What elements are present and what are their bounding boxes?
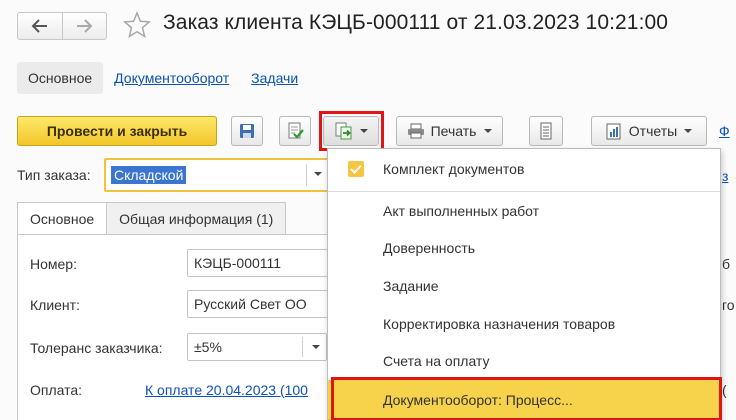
tab-general-info[interactable]: Общая информация (1) [106,202,287,235]
post-icon [288,122,304,139]
forward-button[interactable] [61,13,107,39]
order-type-combobox[interactable]: Складской [104,158,330,192]
favorite-button[interactable] [122,11,152,42]
check-icon [350,164,362,174]
menu-item-label: Комплект документов [383,161,525,177]
edge-fragment-2: б [722,256,731,272]
section-nav: Основное Документооборот Задачи [17,62,309,94]
post-and-close-button[interactable]: Провести и закрыть [17,116,217,146]
menu-item-label: Акт выполненных работ [383,203,540,219]
menu-item-label: Доверенность [383,240,476,256]
printer-icon [407,123,424,139]
menu-item-label: Задание [383,278,439,294]
create-based-on-icon [335,122,351,140]
tolerance-label: Толеранс заказчика: [30,340,163,356]
edge-fragment-3: го [722,297,735,313]
arrow-right-icon [77,19,93,33]
tab-main[interactable]: Основное [17,202,108,235]
list-icon [540,122,552,140]
create-based-on-menu: Комплект документов Акт выполненных рабо… [327,148,721,420]
post-button[interactable] [279,116,311,146]
order-type-value: Складской [111,166,187,184]
menu-item-label: Документооборот: Процесс... [383,392,573,408]
section-main[interactable]: Основное [17,62,104,94]
payment-link[interactable]: К оплате 20.04.2023 (100 [145,382,330,398]
menu-item-work-act[interactable]: Акт выполненных работ [328,193,720,229]
chevron-down-icon [684,129,693,133]
menu-item-goods-reassignment[interactable]: Корректировка назначения товаров [328,306,720,342]
structure-button[interactable] [529,116,563,146]
menu-item-label: Корректировка назначения товаров [383,316,616,332]
form-tabs: Основное Общая информация (1) [17,202,287,235]
chevron-down-icon [484,129,493,133]
menu-separator [328,191,720,192]
checkbox [348,161,364,177]
star-icon [122,11,152,38]
client-label: Клиент: [30,297,80,313]
tolerance-combobox[interactable]: ±5% [187,333,327,361]
print-button[interactable]: Печать [396,116,503,146]
arrow-left-icon [31,19,47,33]
number-field[interactable]: КЭЦБ-000111 [187,249,347,277]
print-button-label: Печать [430,123,477,139]
menu-item-document-kit[interactable]: Комплект документов [328,151,720,187]
section-tasks[interactable]: Задачи [240,62,309,94]
chevron-down-icon[interactable] [314,172,322,176]
section-docflow[interactable]: Документооборот [103,62,240,94]
reports-icon [606,123,621,140]
create-based-on-button[interactable] [323,116,379,146]
save-button[interactable] [231,116,263,146]
chevron-down-icon [359,129,368,133]
back-button[interactable] [18,13,62,39]
payment-label: Оплата: [30,382,83,398]
history-nav [17,12,107,40]
reports-button-label: Отчеты [628,123,678,139]
reports-button[interactable]: Отчеты [591,116,707,146]
combo-separator [302,337,303,357]
client-field[interactable]: Русский Свет ОО [187,290,347,318]
combo-separator [306,164,307,186]
menu-item-label: Счета на оплату [383,353,490,369]
chevron-down-icon[interactable] [312,345,320,349]
toolbar-edge-link[interactable]: Ф [719,123,730,139]
order-type-label: Тип заказа: [17,167,91,183]
menu-item-task[interactable]: Задание [328,268,720,304]
tolerance-value: ±5% [194,339,222,355]
edge-fragment-1[interactable]: з [722,168,728,184]
edge-fragment-5: ( [722,382,727,398]
window-title: Заказ клиента КЭЦБ-000111 от 21.03.2023 … [163,11,669,34]
menu-item-invoices[interactable]: Счета на оплату [328,343,720,379]
number-label: Номер: [30,256,77,272]
save-icon [240,124,254,138]
menu-item-docflow-process[interactable]: Документооборот: Процесс... [328,380,720,420]
menu-item-power-of-attorney[interactable]: Доверенность [328,230,720,266]
